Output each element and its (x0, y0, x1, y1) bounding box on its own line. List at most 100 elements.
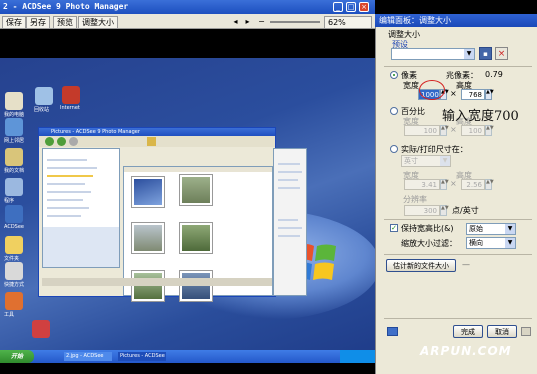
divider (384, 66, 532, 67)
inner-thumbnail-grid (123, 166, 273, 301)
resolution-input[interactable]: 300 (404, 205, 440, 216)
desktop-icon-network[interactable] (5, 118, 23, 136)
desktop-icon-app[interactable] (62, 86, 80, 104)
thumbnail (132, 177, 164, 207)
act-height-input[interactable]: 2.56 (461, 179, 485, 190)
chevron-down-icon: ▼ (505, 238, 515, 248)
act-height-spinner[interactable]: ▲▼ (485, 179, 494, 190)
save-preset-icon[interactable]: ▪ (479, 47, 492, 60)
act-width-spinner[interactable]: ▲▼ (440, 179, 449, 190)
pane-row (278, 171, 302, 173)
desktop-icon-computer[interactable] (5, 92, 23, 110)
inner-organize-pane (273, 148, 307, 296)
pane-row (278, 235, 300, 237)
pct-width-spinner[interactable]: ▲▼ (440, 125, 449, 136)
tree-row (47, 183, 85, 185)
zoom-slider[interactable] (270, 21, 320, 23)
delete-preset-icon[interactable]: × (495, 47, 508, 60)
desktop-icon-label: 我的电脑 (4, 112, 25, 118)
window-title-bar: 2 - ACDSee 9 Photo Manager _ □ × (0, 0, 375, 14)
taskbar-item[interactable]: Pictures - ACDSee (118, 352, 166, 361)
desktop-icon-program[interactable] (5, 178, 23, 196)
times-sign: × (450, 125, 457, 134)
tree-row (47, 167, 97, 169)
height-input[interactable]: 768 (461, 89, 485, 100)
resize-tab[interactable]: 调整大小 (78, 16, 118, 29)
zoom-out-icon[interactable]: − (256, 16, 267, 27)
pane-row (278, 163, 300, 165)
start-button[interactable]: 开始 (0, 350, 34, 363)
thumbnail (180, 223, 212, 253)
prev-icon[interactable]: ◂ (230, 16, 241, 27)
divider (384, 254, 532, 255)
times-sign: × (450, 89, 457, 98)
times-sign: × (450, 179, 457, 188)
tree-row (47, 159, 87, 161)
desktop-icon-folder[interactable] (5, 236, 23, 254)
options-icon[interactable] (521, 327, 531, 336)
red-highlight-circle (419, 80, 445, 100)
chevron-down-icon: ▼ (505, 224, 515, 234)
minimize-button[interactable]: _ (333, 2, 343, 12)
taskbar-item[interactable]: 2.jpg - ACDSee (64, 352, 112, 361)
desktop-icon-documents[interactable] (5, 148, 23, 166)
unit-select[interactable]: 英寸 ▼ (401, 155, 451, 167)
desktop-icon-acdsee[interactable] (5, 205, 23, 223)
thumbnail (132, 271, 164, 301)
height-spinner[interactable]: ▲▼ (485, 89, 494, 100)
editor-toolbar: 保存 另存 ▾ 预览 调整大小 ◂ ▸ − 62% (0, 14, 375, 29)
desktop-icon-label: 我的文档 (4, 168, 25, 174)
inner-window-title: Pictures - ACDSee 9 Photo Manager (39, 128, 275, 136)
desktop-icon-label: 快捷方式 (4, 282, 25, 288)
pane-row (278, 187, 300, 189)
tree-row (47, 215, 81, 217)
maximize-button[interactable]: □ (346, 2, 356, 12)
close-button[interactable]: × (359, 2, 369, 12)
aspect-value: 原始 (469, 225, 483, 233)
pixels-radio[interactable] (390, 71, 398, 79)
inner-toolbar (39, 136, 275, 147)
next-icon[interactable]: ▸ (242, 16, 253, 27)
resolution-spinner[interactable]: ▲▼ (440, 205, 449, 216)
window-title: 2 - ACDSee 9 Photo Manager (3, 2, 129, 11)
inner-preview-pane (43, 227, 119, 267)
pct-height-input[interactable]: 100 (461, 125, 485, 136)
estimate-result: — (462, 260, 470, 269)
estimate-size-button[interactable]: 估计新的文件大小 (386, 259, 456, 272)
pct-width-input[interactable]: 100 (404, 125, 440, 136)
save-as-button[interactable]: 另存 (26, 16, 50, 29)
desktop-icon-label: 回收站 (34, 107, 50, 113)
actual-size-label: 实际/打印尺寸在： (401, 145, 468, 154)
help-icon[interactable] (387, 327, 398, 336)
thumbnail (180, 175, 212, 205)
desktop-icon-shortcut[interactable] (5, 262, 23, 280)
preset-select[interactable]: ▼ (391, 48, 475, 60)
desktop-icon-tools[interactable] (5, 292, 23, 310)
act-width-input[interactable]: 3.41 (404, 179, 440, 190)
width-label: 宽度 (403, 81, 419, 90)
inner-acdsee-window: Pictures - ACDSee 9 Photo Manager (38, 127, 307, 301)
zoom-select[interactable]: 62% (324, 16, 372, 29)
aspect-select[interactable]: 原始 ▼ (466, 223, 516, 235)
annotation-text: 输入宽度700 (442, 109, 519, 124)
pane-row (278, 219, 298, 221)
tree-row (47, 199, 83, 201)
percent-radio[interactable] (390, 107, 398, 115)
filter-select[interactable]: 横向 ▼ (466, 237, 516, 249)
cancel-button[interactable]: 取消 (487, 325, 517, 338)
divider (384, 318, 532, 319)
desktop-icon-recycle[interactable] (35, 87, 53, 105)
panel-title: 编辑面板：调整大小 (379, 16, 451, 25)
desktop-icon-extra[interactable] (32, 320, 50, 338)
preview-tab[interactable]: 预览 (53, 16, 77, 29)
save-button[interactable]: 保存 (2, 16, 26, 29)
done-button[interactable]: 完成 (453, 325, 483, 338)
unit-value: 英寸 (404, 157, 418, 165)
pct-height-spinner[interactable]: ▲▼ (485, 125, 494, 136)
desktop-icon-label: 程序 (4, 198, 15, 204)
resolution-label: 分辨率 (403, 195, 427, 204)
desktop-icon-label: 工具 (4, 312, 15, 318)
actual-size-radio[interactable] (390, 145, 398, 153)
keep-aspect-checkbox[interactable]: ✓ (390, 224, 398, 232)
desktop-icon-label: Internet (60, 105, 80, 111)
